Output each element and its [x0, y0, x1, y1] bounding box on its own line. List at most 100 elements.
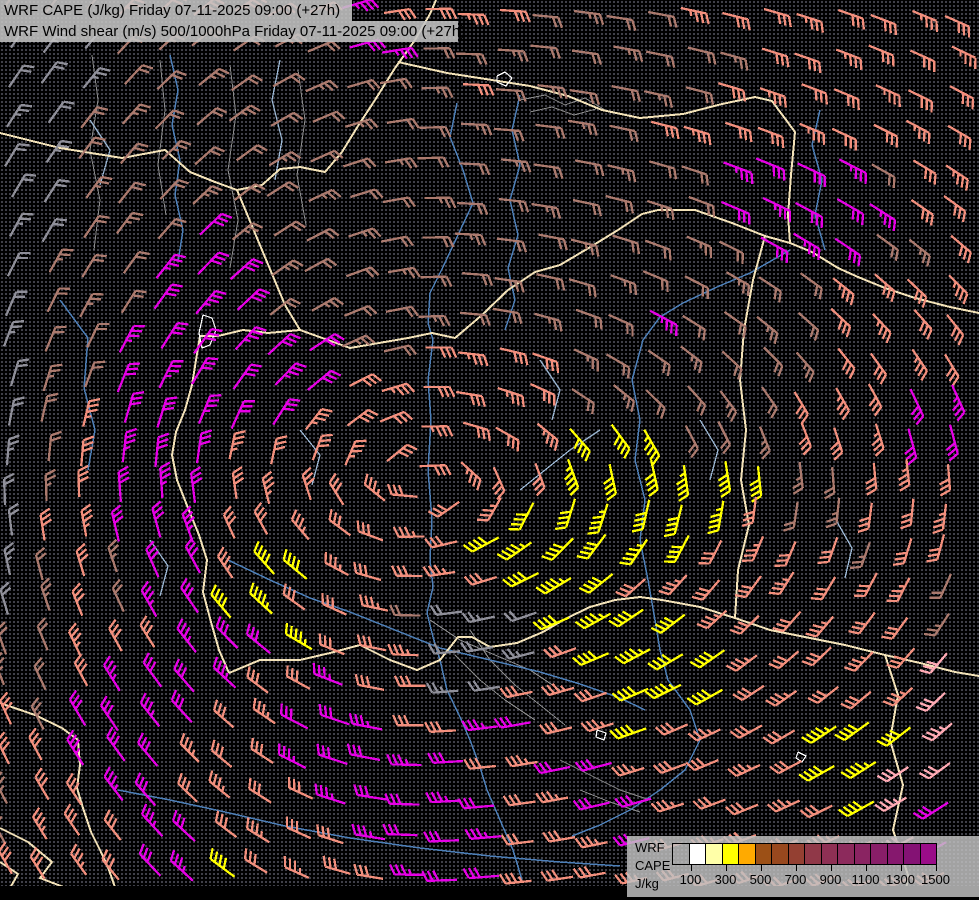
wind-barb — [464, 827, 501, 840]
legend-tick-label: 1300 — [886, 872, 915, 887]
wind-barb — [686, 688, 723, 706]
legend-label-param: CAPE — [635, 858, 671, 873]
wind-barb — [153, 283, 183, 310]
wind-barb — [762, 196, 792, 222]
wind-barb — [536, 422, 559, 451]
wind-barb — [42, 363, 63, 392]
wind-barb — [43, 178, 70, 203]
wind-barb — [346, 408, 379, 427]
wind-barb — [792, 462, 804, 495]
wind-barb — [926, 534, 946, 563]
wind-barb — [36, 617, 49, 651]
wind-barb — [3, 542, 16, 576]
wind-barb — [949, 85, 975, 110]
wind-barb — [573, 9, 605, 26]
wind-barb — [389, 604, 421, 617]
wind-barb — [0, 771, 9, 805]
wind-barb — [48, 248, 74, 273]
wind-barb — [732, 684, 765, 701]
wind-barb — [287, 776, 314, 800]
wind-barb — [501, 648, 535, 660]
wind-barb — [462, 272, 494, 286]
wind-barb — [44, 468, 57, 501]
wind-barb — [807, 685, 839, 704]
wind-barb — [542, 830, 576, 843]
wind-barb — [723, 310, 747, 338]
wind-barb — [6, 251, 31, 277]
wind-barb — [7, 396, 25, 426]
wind-barb — [419, 464, 452, 476]
legend-tick-mark — [725, 865, 727, 871]
wind-barb — [607, 164, 637, 183]
wind-barb — [805, 615, 835, 638]
wind-barb — [419, 125, 452, 138]
wind-barb — [158, 359, 184, 389]
wind-barb — [145, 540, 160, 578]
wind-barb — [725, 121, 753, 143]
wind-barb — [722, 11, 751, 31]
wind-barb — [766, 798, 801, 813]
wind-barb — [799, 804, 833, 819]
wind-barb — [650, 120, 680, 140]
wind-barb — [348, 373, 382, 388]
wind-barb — [159, 461, 172, 498]
wind-barb — [0, 581, 12, 615]
wind-barb — [199, 212, 233, 236]
wind-barb — [823, 467, 836, 500]
wind-barb — [614, 647, 651, 665]
wind-barb — [137, 732, 159, 767]
region-line — [529, 106, 597, 116]
wind-barb — [353, 784, 388, 801]
wind-barb — [384, 793, 420, 806]
wind-barb — [71, 582, 85, 617]
legend-label-unit: J/kg — [635, 876, 659, 891]
wind-barb — [685, 757, 719, 772]
wind-barb — [799, 122, 826, 145]
wind-barb — [540, 682, 575, 697]
wind-barb — [456, 52, 488, 66]
wind-barb — [245, 623, 271, 655]
wind-barb — [572, 198, 603, 217]
wind-barb — [801, 646, 832, 667]
wind-barb — [457, 797, 494, 810]
wind-barb — [229, 258, 264, 281]
legend-cell — [837, 843, 855, 865]
wind-barb — [306, 227, 340, 242]
wind-barb — [4, 143, 30, 167]
wind-barb — [840, 690, 872, 710]
wind-barb — [387, 266, 421, 279]
wind-barb — [876, 766, 910, 783]
wind-barb — [383, 344, 418, 357]
wind-barb — [645, 389, 666, 419]
wind-barb — [850, 542, 871, 570]
wind-barb — [347, 78, 381, 91]
region-line — [429, 619, 561, 691]
wind-barb — [865, 463, 878, 496]
wind-barb — [386, 117, 420, 130]
wind-barb — [944, 353, 960, 387]
wind-barb — [115, 211, 144, 235]
wind-barb — [768, 571, 795, 596]
wind-barb — [654, 722, 689, 736]
wind-barb — [717, 421, 732, 455]
wind-barb — [540, 869, 574, 882]
wind-barb — [869, 352, 887, 385]
wind-barb — [578, 573, 614, 594]
wind-barb — [840, 761, 877, 779]
legend-cell — [853, 843, 871, 865]
wind-barb — [848, 611, 876, 635]
wind-barb — [722, 161, 754, 184]
wind-barb — [138, 843, 162, 877]
wind-barb — [39, 507, 53, 541]
wind-barb — [696, 609, 728, 630]
wind-barb — [875, 84, 901, 107]
wind-barb — [40, 392, 59, 422]
wind-barb — [356, 634, 387, 652]
wind-barb — [379, 410, 413, 425]
wind-barb — [782, 501, 799, 532]
wind-barb — [305, 79, 339, 93]
wind-barb — [383, 7, 417, 21]
wind-barb — [882, 686, 914, 707]
wind-barb — [572, 650, 610, 667]
wind-barb — [198, 67, 230, 87]
